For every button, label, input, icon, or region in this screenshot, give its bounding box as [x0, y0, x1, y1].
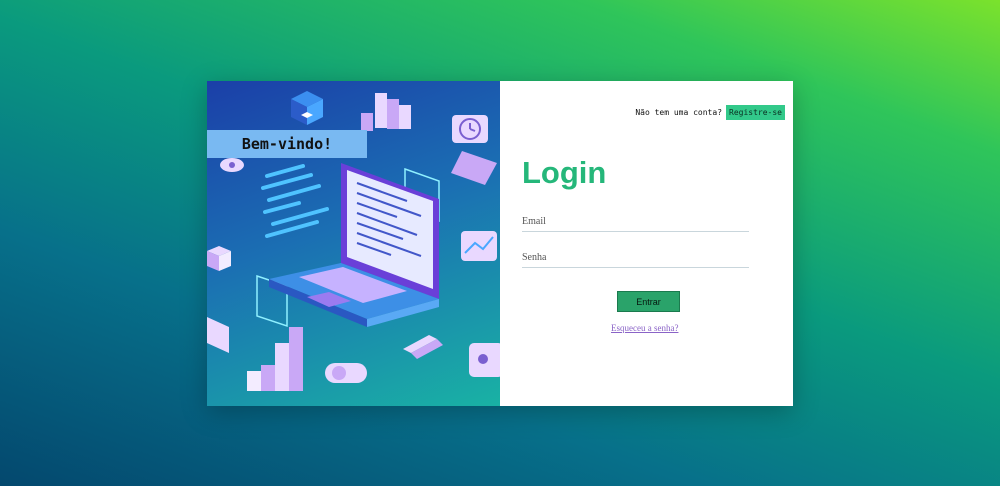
login-card: Bem-vindo! Não tem uma conta? Registre-s… — [207, 81, 793, 406]
signup-question: Não tem uma conta? — [635, 108, 723, 117]
illustration-panel: Bem-vindo! — [207, 81, 500, 406]
login-button[interactable]: Entrar — [617, 291, 680, 312]
page-title: Login — [522, 155, 607, 190]
signup-button[interactable]: Registre-se — [726, 105, 785, 120]
signup-prompt: Não tem uma conta? Registre-se — [635, 105, 785, 120]
login-form-panel: Não tem uma conta? Registre-se Login Ent… — [500, 81, 793, 406]
welcome-banner: Bem-vindo! — [207, 130, 367, 158]
forgot-password-link[interactable]: Esqueceu a senha? — [611, 323, 678, 333]
password-field[interactable] — [522, 247, 749, 268]
email-field[interactable] — [522, 211, 749, 232]
